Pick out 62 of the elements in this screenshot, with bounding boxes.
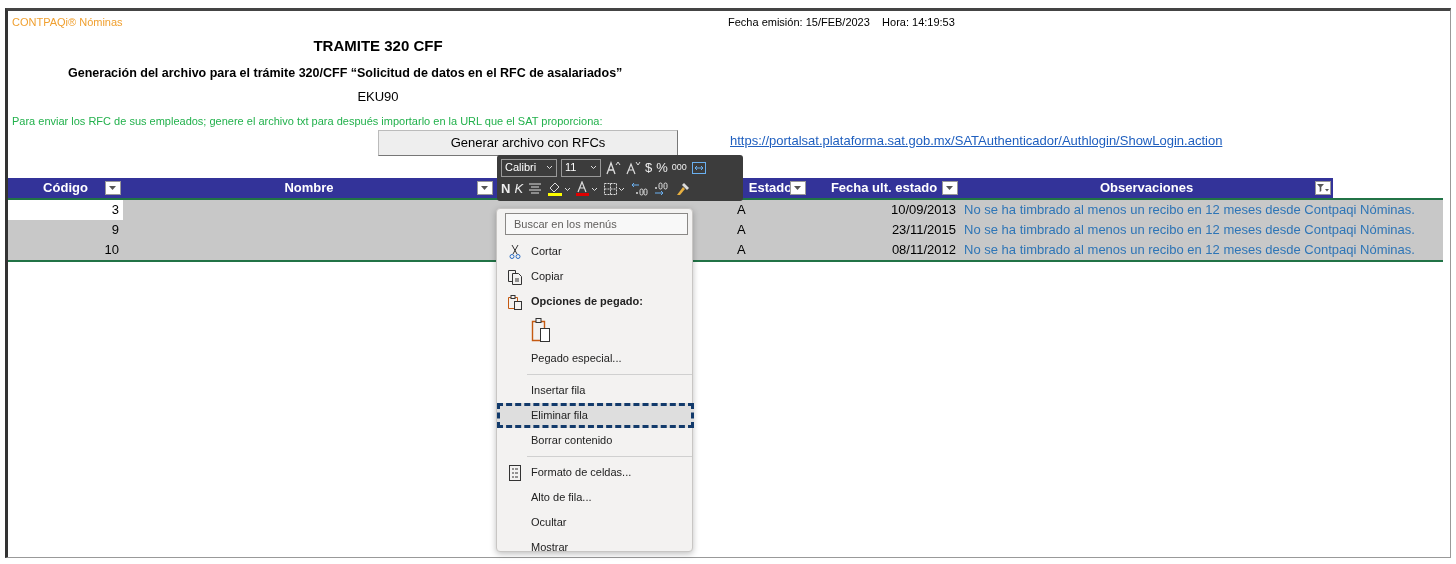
dropdown-icon[interactable] [790,180,806,195]
menu-item[interactable]: Eliminar fila [497,403,694,428]
dropdown-icon[interactable] [105,180,121,195]
italic-button[interactable]: K [514,178,524,199]
column-header: Nombre [123,177,495,198]
menu-item[interactable]: Pegado especial... [497,346,694,371]
percent-button[interactable]: % [656,157,668,178]
table-cell: 10/09/2013 [808,199,960,220]
app-label: CONTPAQi® Nóminas [12,14,124,30]
grow-font-icon[interactable] [605,159,621,176]
menu-item[interactable]: Alto de fila... [497,485,694,510]
column-header: Fecha ult. estado [808,177,960,198]
merge-cells-icon[interactable] [690,159,707,176]
copy-icon [507,269,523,285]
menu-item[interactable]: Borrar contenido [497,428,694,453]
menu-item[interactable]: Insertar fila [497,378,694,403]
generate-file-button[interactable]: Generar archivo con RFCs [378,129,678,156]
fill-color-icon[interactable] [547,180,572,197]
table-cell: 10 [8,239,123,260]
menu-search-field[interactable]: Buscar en los menús [505,213,688,235]
clipboard-icon [507,294,523,310]
table-cell: No se ha timbrado al menos un recibo en 12 meses desde Contpaqi Nóminas. [960,239,1443,260]
font-dropdown[interactable]: Calibri [501,158,557,177]
issue-date-time: Fecha emisión: 15/FEB/2023 Hora: 14:19:53 [728,14,955,30]
bold-button[interactable]: N [501,178,511,199]
format-painter-icon[interactable] [675,180,692,197]
table-cell: A [733,239,808,260]
font-color-icon[interactable] [575,180,600,197]
menu-item[interactable]: Copiar [497,264,694,289]
table-cell: A [733,199,808,220]
sat-portal-link[interactable]: https://portalsat.plataforma.sat.gob.mx/SATAuthenticador/Authlogin/ShowLogin.action [730,132,1223,149]
company-code: EKU90 [357,88,399,107]
align-center-icon[interactable] [527,180,544,197]
table-cell: 23/11/2015 [808,219,960,240]
dropdown-icon[interactable] [477,180,493,195]
menu-item[interactable]: Mostrar [497,535,694,560]
table-cell: No se ha timbrado al menos un recibo en 12 meses desde Contpaqi Nóminas. [960,219,1443,240]
font-size-dropdown[interactable]: 11 [561,158,601,177]
filter-icon[interactable] [1315,180,1331,195]
format-cells-icon [507,465,523,481]
decrease-decimal-icon[interactable] [631,180,650,197]
table-cell: No se ha timbrado al menos un recibo en 12 meses desde Contpaqi Nóminas. [960,199,1443,220]
report-subtitle: Generación del archivo para el trámite 320/CFF “Solicitud de datos en el RFC de asalariados” [67,64,623,82]
caret-icon [590,165,597,170]
dropdown-icon[interactable] [942,180,958,195]
paste-icon[interactable] [531,317,551,343]
currency-button[interactable]: $ [645,157,653,178]
menu-item[interactable]: Ocultar [497,510,694,535]
caret-icon [546,165,553,170]
instructions-text: Para enviar los RFC de sus empleados; genere el archivo txt para después importarlo en la URL que el SAT proporciona: [11,113,603,129]
scissors-icon [507,244,523,260]
table-cell: 9 [8,219,123,240]
thousands-button[interactable]: 000 [671,160,687,175]
menu-item[interactable]: Formato de celdas... [497,460,694,485]
table-cell: A [733,219,808,240]
menu-item[interactable]: Cortar [497,239,694,264]
column-header: Código [8,177,123,198]
column-header: Observaciones [960,177,1333,198]
shrink-font-icon[interactable] [625,159,641,176]
table-cell: 08/11/2012 [808,239,960,260]
report-title: TRAMITE 320 CFF [313,36,443,56]
menu-section-header: Opciones de pegado: [497,289,694,314]
